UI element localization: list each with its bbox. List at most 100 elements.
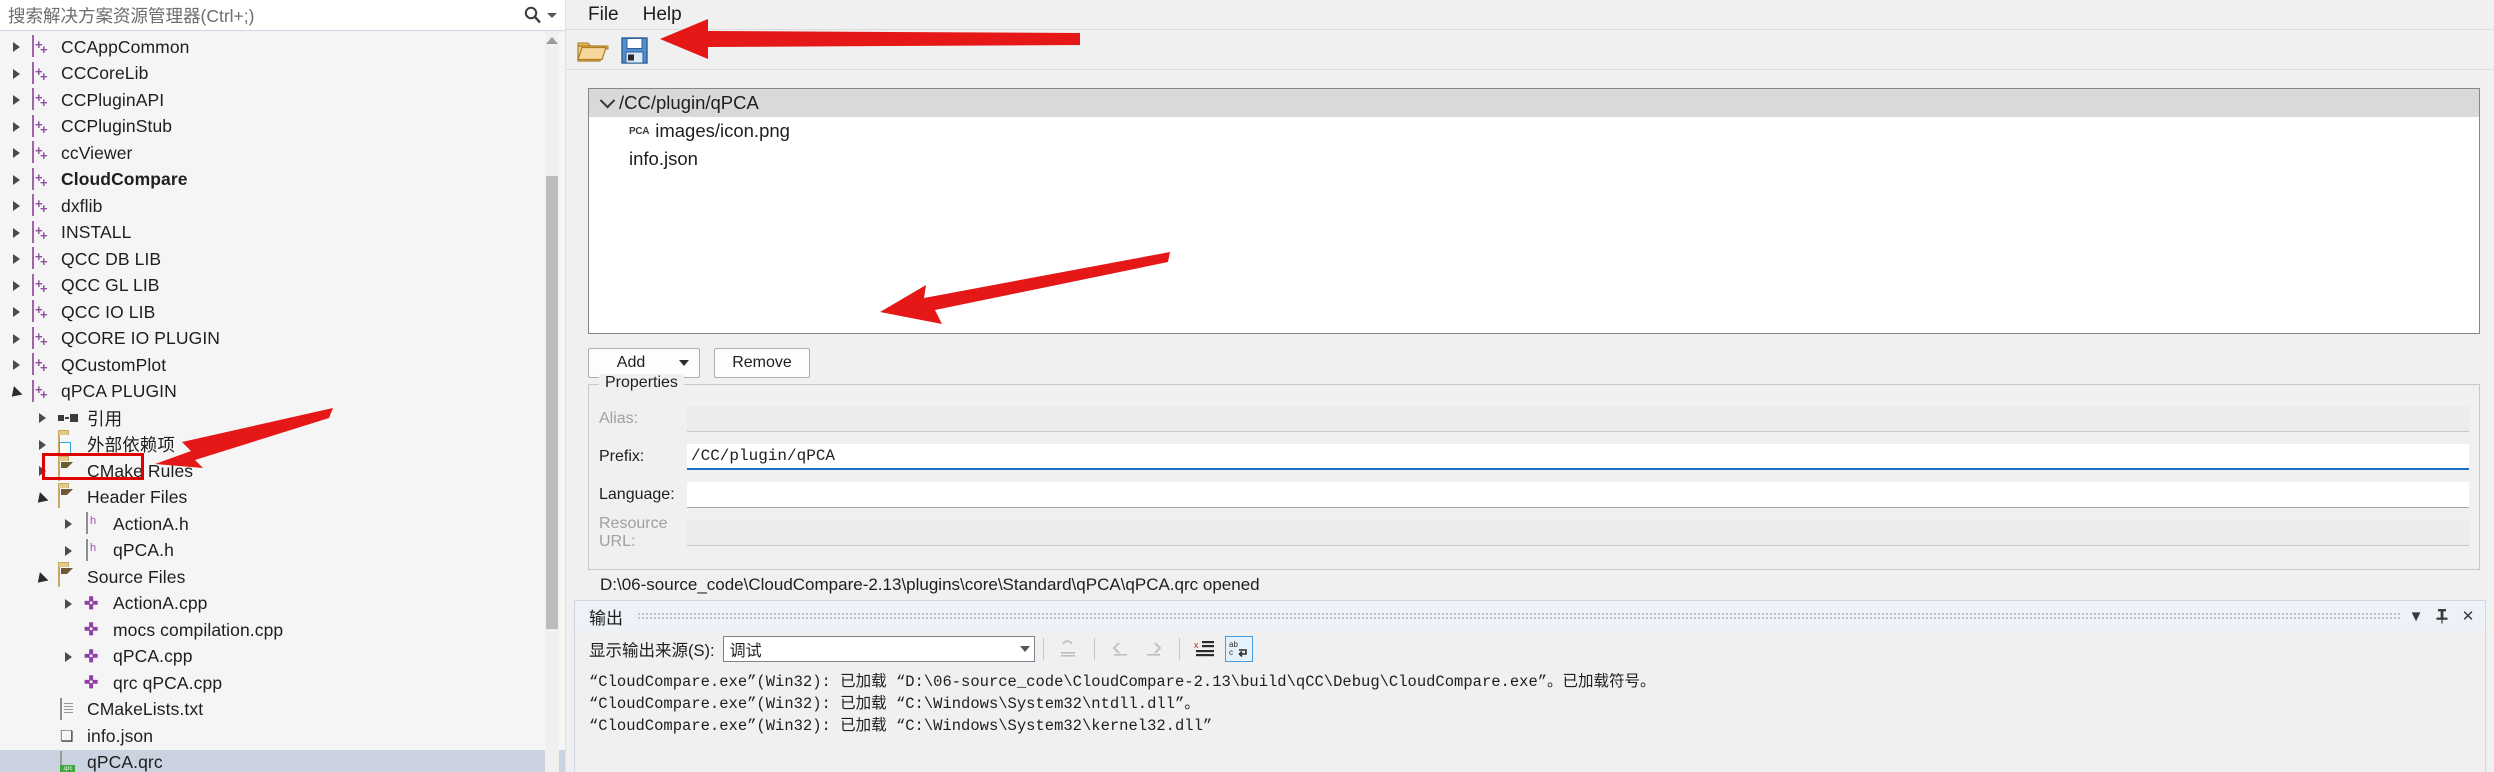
clear-all-icon[interactable] [1055,636,1083,662]
chevron-down-icon[interactable] [595,98,619,109]
save-file-button[interactable] [616,33,652,67]
expand-twisty-icon[interactable] [8,299,24,326]
tree-row[interactable]: CCAppCommon [0,34,565,61]
tree-row[interactable]: qPCA.h [0,538,565,565]
prefix-input[interactable] [687,444,2469,470]
expand-twisty-icon[interactable] [34,432,50,459]
tree-row-label: CCPluginStub [61,116,173,137]
expand-twisty-icon[interactable] [60,591,76,618]
search-input[interactable]: 搜索解决方案资源管理器(Ctrl+;) [8,3,523,28]
open-file-button[interactable] [574,33,610,67]
search-icon[interactable] [523,5,543,25]
tree-row[interactable]: 引用 [0,405,565,432]
output-source-select[interactable]: 调试 [722,636,1035,662]
resource-tree-row[interactable]: /CC/plugin/qPCA [589,89,2479,117]
output-title: 输出 [589,608,623,628]
expand-twisty-icon[interactable] [8,167,24,194]
scroll-up-arrow-icon[interactable] [545,33,559,47]
properties-legend: Properties [599,374,684,392]
toggle-word-wrap-icon[interactable]: ab c [1224,636,1253,662]
expand-twisty-icon[interactable] [60,511,76,538]
resource-tree-row[interactable]: info.json [589,145,2479,173]
tree-row[interactable]: Source Files [0,564,565,591]
properties-group: Properties Alias: Prefix: Language: [588,374,2480,570]
alias-input[interactable] [687,406,2469,432]
close-icon[interactable]: ✕ [2457,605,2479,627]
cpp-file-icon: ✜ [84,593,98,613]
expand-twisty-icon[interactable] [8,34,24,61]
tree-row[interactable]: CCCoreLib [0,61,565,88]
solution-tree-scrollbar[interactable] [545,31,559,772]
search-options-chevron-down-icon[interactable] [547,12,557,18]
expand-twisty-icon[interactable] [8,193,24,220]
expand-twisty-icon[interactable] [8,273,24,300]
expand-twisty-icon[interactable] [8,114,24,141]
expand-twisty-icon[interactable] [60,644,76,671]
expand-twisty-icon[interactable] [60,538,76,565]
tree-row[interactable]: qPCA.qrc [0,749,565,772]
tree-row[interactable]: ✜ ActionA.cpp [0,591,565,618]
expand-twisty-icon[interactable] [8,352,24,379]
expand-twisty-icon[interactable] [8,61,24,88]
tree-row[interactable]: CMakeLists.txt [0,697,565,724]
menu-help[interactable]: Help [631,2,694,28]
menu-file[interactable]: File [576,2,631,28]
output-text-area[interactable]: “CloudCompare.exe”(Win32): 已加载 “D:\06-so… [575,667,2485,772]
resource-url-input[interactable] [687,520,2469,546]
tree-row[interactable]: ❏ info.json [0,723,565,750]
tree-row[interactable]: QCORE IO PLUGIN [0,326,565,353]
tree-row[interactable]: CCPluginAPI [0,87,565,114]
tree-row[interactable]: qPCA PLUGIN [0,379,565,406]
alias-label: Alias: [599,410,639,427]
tree-row[interactable]: ✜ qrc qPCA.cpp [0,670,565,697]
resource-tree-row[interactable]: PCA images/icon.png [589,117,2479,145]
expand-twisty-icon[interactable] [34,405,50,432]
filter-folder-icon [58,565,80,588]
tree-row[interactable]: ✜ qPCA.cpp [0,644,565,671]
language-input[interactable] [687,482,2469,508]
language-label: Language: [599,486,675,503]
tree-row[interactable]: ✜ mocs compilation.cpp [0,617,565,644]
scrollbar-thumb[interactable] [546,176,558,629]
collapse-twisty-icon[interactable] [8,379,24,406]
expand-twisty-icon[interactable] [8,246,24,273]
editor-status-text: D:\06-source_code\CloudCompare-2.13\plug… [600,575,1260,594]
clear-pane-icon[interactable]: x [1191,636,1219,662]
solution-explorer-search-bar[interactable]: 搜索解决方案资源管理器(Ctrl+;) [0,0,565,31]
tree-row[interactable]: ccViewer [0,140,565,167]
tree-row[interactable]: ActionA.h [0,511,565,538]
tree-row[interactable]: Header Files [0,485,565,512]
expand-twisty-icon[interactable] [8,87,24,114]
tree-row[interactable]: CCPluginStub [0,114,565,141]
go-to-previous-icon[interactable] [1106,636,1134,662]
pin-icon[interactable] [2431,605,2453,627]
expand-twisty-icon[interactable] [8,326,24,353]
collapse-twisty-icon[interactable] [34,564,50,591]
solution-tree[interactable]: CCAppCommon CCCoreLib CCPluginAPI CCPluginS… [0,31,565,772]
tree-row[interactable]: QCustomPlot [0,352,565,379]
expand-twisty-icon[interactable] [8,140,24,167]
tree-row[interactable]: CloudCompare [0,167,565,194]
tree-row[interactable]: INSTALL [0,220,565,247]
tree-row[interactable]: QCC GL LIB [0,273,565,300]
output-dropdown-button[interactable]: ▼ [2405,605,2427,627]
output-drag-handle[interactable] [637,612,2401,620]
add-chevron-down-icon[interactable] [679,360,689,366]
expand-twisty-icon[interactable] [34,458,50,485]
remove-button[interactable]: Remove [714,348,810,378]
tree-row[interactable]: 外部依赖项 [0,432,565,459]
go-to-next-icon[interactable] [1140,636,1168,662]
collapse-twisty-icon[interactable] [34,485,50,512]
tree-row[interactable]: CMake Rules [0,458,565,485]
tree-row-label: QCustomPlot [61,354,167,375]
expand-twisty-icon[interactable] [8,220,24,247]
property-row-resource-url: Resource URL: [599,515,2469,550]
tree-row-label: ActionA.h [113,513,189,534]
tree-row-label: QCORE IO PLUGIN [61,328,221,349]
tree-row-label: QCC GL LIB [61,275,160,296]
resource-tree[interactable]: /CC/plugin/qPCA PCA images/icon.png info.js… [588,88,2480,334]
tree-row[interactable]: dxflib [0,193,565,220]
output-source-chevron-down-icon[interactable] [1019,646,1030,652]
tree-row[interactable]: QCC DB LIB [0,246,565,273]
tree-row[interactable]: QCC IO LIB [0,299,565,326]
